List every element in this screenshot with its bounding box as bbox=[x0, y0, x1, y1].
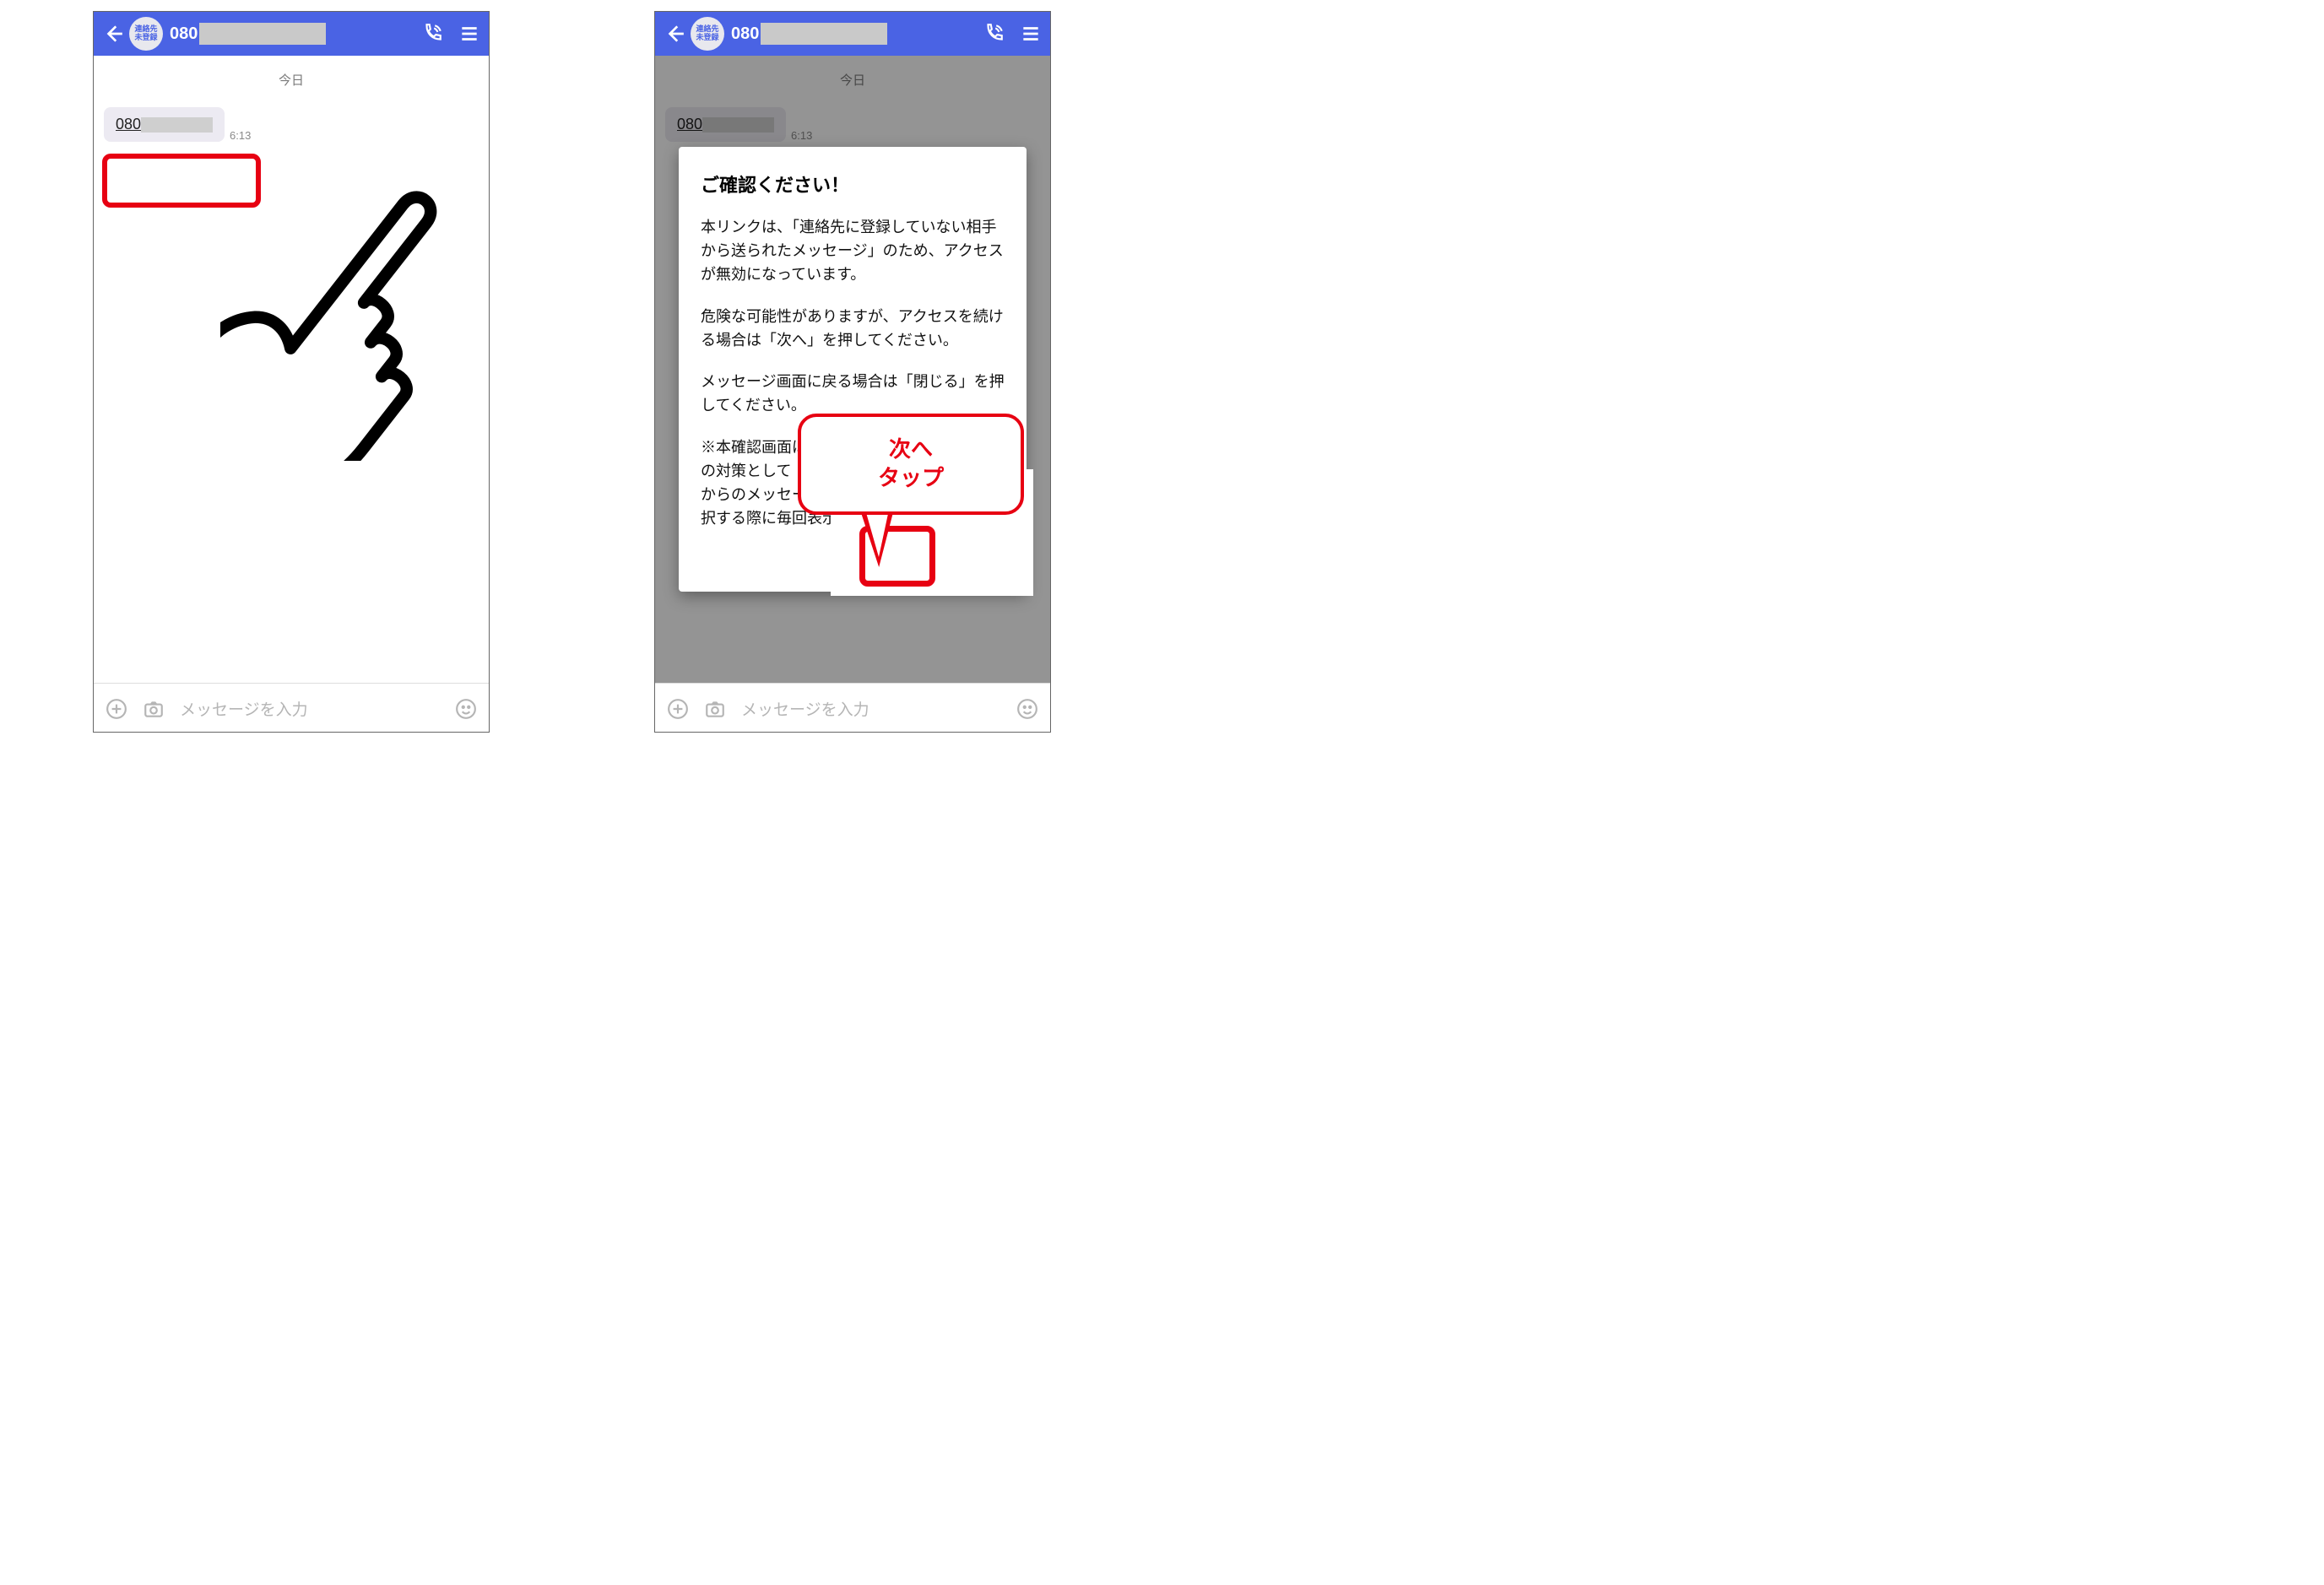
chat-title-mask bbox=[199, 23, 326, 45]
chat-title: 080 bbox=[170, 23, 326, 45]
message-row: 080 6:13 bbox=[104, 107, 489, 142]
chat-title-prefix: 080 bbox=[731, 24, 759, 44]
dialog-para-2: 危険な可能性がありますが、アクセスを続ける場合は「次へ」を押してください。 bbox=[701, 306, 1005, 353]
contact-avatar-badge: 連絡先 未登録 bbox=[129, 17, 163, 51]
date-label: 今日 bbox=[94, 56, 489, 89]
dialog-para-3: メッセージ画面に戻る場合は「閉じる」を押してください。 bbox=[701, 371, 1005, 418]
chat-header: 連絡先 未登録 080 bbox=[655, 12, 1050, 56]
camera-icon[interactable] bbox=[704, 698, 726, 720]
emoji-icon[interactable] bbox=[1016, 698, 1038, 720]
confirm-dialog: ご確認ください！ 本リンクは、「連絡先に登録していない相手から送られたメッセージ… bbox=[679, 147, 1027, 592]
chat-body: 今日 080 6:13 ご確認ください！ 本リンクは、「連絡先に登録していない相… bbox=[655, 56, 1050, 683]
message-input-placeholder[interactable]: メッセージを入力 bbox=[180, 697, 455, 720]
phone-screenshot-right: 連絡先 未登録 080 今日 080 6:13 ご確認ください！ 本リンクは、「… bbox=[654, 11, 1051, 733]
annotation-red-box-bubble bbox=[102, 154, 261, 208]
call-icon[interactable] bbox=[983, 23, 1005, 45]
message-timestamp: 6:13 bbox=[230, 129, 251, 142]
chat-title-prefix: 080 bbox=[170, 24, 198, 44]
pointer-hand-icon bbox=[220, 174, 474, 461]
contact-avatar-badge: 連絡先 未登録 bbox=[691, 17, 724, 51]
chat-header: 連絡先 未登録 080 bbox=[94, 12, 489, 56]
chat-title-mask bbox=[761, 23, 887, 45]
phone-screenshot-left: 連絡先 未登録 080 今日 080 6:13 メッセージを入力 bbox=[93, 11, 490, 733]
call-icon[interactable] bbox=[421, 23, 443, 45]
message-bubble[interactable]: 080 bbox=[104, 107, 225, 142]
menu-icon[interactable] bbox=[1020, 23, 1042, 45]
camera-icon[interactable] bbox=[143, 698, 165, 720]
back-arrow-icon[interactable] bbox=[664, 23, 685, 45]
back-arrow-icon[interactable] bbox=[102, 23, 124, 45]
message-input-placeholder[interactable]: メッセージを入力 bbox=[741, 697, 1016, 720]
emoji-icon[interactable] bbox=[455, 698, 477, 720]
plus-icon[interactable] bbox=[106, 698, 127, 720]
menu-icon[interactable] bbox=[458, 23, 480, 45]
dialog-title: ご確認ください！ bbox=[701, 170, 1005, 197]
dialog-para-1: 本リンクは、「連絡先に登録していない相手から送られたメッセージ」のため、アクセス… bbox=[701, 216, 1005, 287]
callout-line-1: 次へ bbox=[889, 436, 933, 462]
annotation-callout: 次へ タップ bbox=[798, 414, 1024, 515]
message-input-bar: メッセージを入力 bbox=[655, 683, 1050, 733]
message-input-bar: メッセージを入力 bbox=[94, 683, 489, 733]
chat-body: 今日 080 6:13 bbox=[94, 56, 489, 683]
callout-line-2: タップ bbox=[878, 465, 944, 490]
plus-icon[interactable] bbox=[667, 698, 689, 720]
message-number-mask bbox=[141, 117, 213, 133]
message-number-prefix: 080 bbox=[116, 116, 141, 133]
chat-title: 080 bbox=[731, 23, 887, 45]
